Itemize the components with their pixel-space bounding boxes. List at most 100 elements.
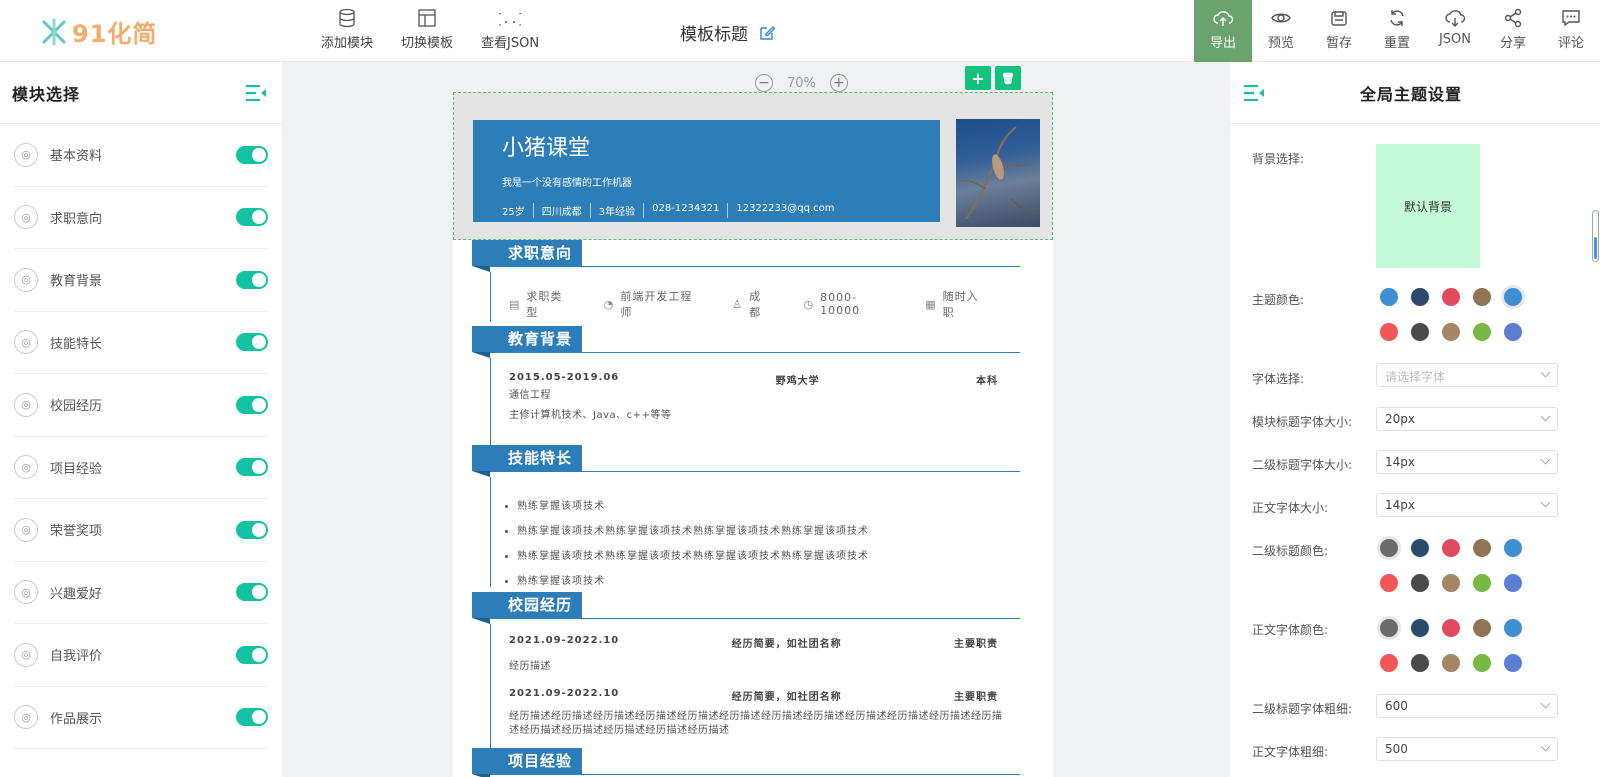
body-weight-select[interactable]: 500 <box>1376 737 1558 761</box>
color-swatch[interactable] <box>1473 654 1491 672</box>
avatar-photo[interactable] <box>956 119 1040 227</box>
module-label: 荣誉奖项 <box>50 524 103 540</box>
share-button[interactable]: 分享 <box>1484 0 1542 62</box>
json-button[interactable]: JSON <box>1426 0 1484 62</box>
color-swatch[interactable] <box>1504 323 1522 341</box>
color-swatch[interactable] <box>1473 539 1491 557</box>
section-campus[interactable]: 校园经历 2021.09-2022.10 经历简要，如社团名称 主要职责 经历描… <box>472 592 1020 754</box>
module-toggle[interactable] <box>236 270 268 289</box>
font-select[interactable]: 请选择字体 <box>1376 363 1558 387</box>
module-toggle[interactable] <box>236 208 268 227</box>
module-title-size-select[interactable]: 20px <box>1376 407 1558 431</box>
color-swatch-selected[interactable] <box>1380 539 1398 557</box>
color-swatch[interactable] <box>1442 323 1460 341</box>
module-item-skills[interactable]: ◎ 技能特长 <box>14 312 268 374</box>
color-swatch[interactable] <box>1380 323 1398 341</box>
add-block-button[interactable]: + <box>965 66 991 90</box>
color-swatch[interactable] <box>1473 574 1491 592</box>
color-swatch[interactable] <box>1504 654 1522 672</box>
body-size-select[interactable]: 14px <box>1376 493 1558 517</box>
section-projects[interactable]: 项目经验 <box>472 748 1020 777</box>
color-swatch[interactable] <box>1380 574 1398 592</box>
module-item-education[interactable]: ◎ 教育背景 <box>14 249 268 312</box>
user-icon: ◎ <box>14 142 38 167</box>
zoom-out-button[interactable]: − <box>755 74 773 92</box>
chart-icon: ◔ <box>603 297 615 311</box>
color-swatch[interactable] <box>1473 619 1491 637</box>
module-toggle[interactable] <box>236 583 268 602</box>
section-title: 教育背景 <box>472 326 583 358</box>
view-json-button[interactable]: {..} 查看JSON <box>481 8 539 51</box>
body-weight-label: 正文字体粗细: <box>1252 745 1329 759</box>
module-item-basic-info[interactable]: ◎ 基本资料 <box>14 124 268 187</box>
book-icon: ◎ <box>14 330 38 355</box>
module-item-self-eval[interactable]: ◎ 自我评价 <box>14 624 268 687</box>
chevron-down-icon <box>1540 497 1551 508</box>
color-swatch[interactable] <box>1442 574 1460 592</box>
module-toggle[interactable] <box>236 708 268 727</box>
comment-button[interactable]: 评论 <box>1542 0 1600 62</box>
section-rule <box>490 266 1020 267</box>
right-panel-scrollbar[interactable] <box>1592 210 1599 262</box>
section-job-intent[interactable]: 求职意向 ▤ 求职类型 ◔ 前端开发工程师 ♙ 成都 ◷ 8000-10000 ▦ 随时入… <box>472 240 1020 322</box>
delete-block-button[interactable]: 🗑 <box>995 66 1021 90</box>
collapse-menu-icon[interactable] <box>1242 83 1266 103</box>
color-swatch[interactable] <box>1504 619 1522 637</box>
switch-template-button[interactable]: 切换模板 <box>401 8 453 51</box>
color-swatch-selected[interactable] <box>1380 619 1398 637</box>
job-position: ◔ 前端开发工程师 <box>604 288 701 320</box>
export-button[interactable]: 导出 <box>1194 0 1252 62</box>
module-toggle[interactable] <box>236 645 268 664</box>
color-swatch[interactable] <box>1442 539 1460 557</box>
color-swatch[interactable] <box>1504 539 1522 557</box>
sub-title-size-select[interactable]: 14px <box>1376 450 1558 474</box>
color-swatch[interactable] <box>1411 539 1429 557</box>
color-swatch[interactable] <box>1411 288 1429 306</box>
color-swatch[interactable] <box>1411 574 1429 592</box>
module-item-portfolio[interactable]: ◎ 作品展示 <box>14 687 268 749</box>
section-education[interactable]: 教育背景 2015.05-2019.06 野鸡大学 本科 通信工程 主修计算机技… <box>472 326 1020 446</box>
module-item-projects[interactable]: ◎ 项目经验 <box>14 437 268 499</box>
color-swatch[interactable] <box>1504 574 1522 592</box>
color-swatch[interactable] <box>1411 654 1429 672</box>
color-swatch[interactable] <box>1411 323 1429 341</box>
add-module-button[interactable]: 添加模块 <box>321 8 373 51</box>
top-toolbar: 91化简 添加模块 切换模板 {..} 查看JSON 模板标题 导出 预览 暂存… <box>0 0 1600 62</box>
color-swatch[interactable] <box>1473 323 1491 341</box>
module-item-job-intent[interactable]: ◎ 求职意向 <box>14 187 268 249</box>
logo[interactable]: 91化简 <box>40 14 157 49</box>
resume-header-block[interactable]: 小猪课堂 我是一个没有感情的工作机器 25岁 四川成都 3年经验 028-123… <box>453 92 1053 240</box>
color-swatch[interactable] <box>1442 654 1460 672</box>
module-toggle[interactable] <box>236 458 268 477</box>
module-toggle[interactable] <box>236 333 268 352</box>
color-swatch[interactable] <box>1380 654 1398 672</box>
color-swatch[interactable] <box>1442 288 1460 306</box>
education-date: 2015.05-2019.06 <box>509 372 620 383</box>
section-skills[interactable]: 技能特长 熟练掌握该项技术 熟练掌握该项技术熟练掌握该项技术熟练掌握该项技术熟练… <box>472 445 1020 587</box>
comment-label: 评论 <box>1557 36 1584 51</box>
color-swatch[interactable] <box>1411 619 1429 637</box>
module-item-campus[interactable]: ◎ 校园经历 <box>14 374 268 437</box>
module-toggle[interactable] <box>236 520 268 539</box>
color-swatch[interactable] <box>1442 619 1460 637</box>
refresh-icon <box>1390 10 1404 26</box>
module-item-awards[interactable]: ◎ 荣誉奖项 <box>14 499 268 562</box>
color-swatch-selected[interactable] <box>1504 288 1522 306</box>
section-vline <box>490 358 491 446</box>
campus-entry-header: 2021.09-2022.10 经历简要，如社团名称 主要职责 <box>509 688 998 703</box>
module-item-hobbies[interactable]: ◎ 兴趣爱好 <box>14 562 268 624</box>
edit-icon[interactable] <box>758 24 776 42</box>
campus-desc: 经历描述 <box>509 661 551 672</box>
sub-title-weight-select[interactable]: 600 <box>1376 694 1558 718</box>
preview-button[interactable]: 预览 <box>1252 0 1310 62</box>
collapse-menu-icon[interactable] <box>244 83 268 103</box>
color-swatch[interactable] <box>1380 288 1398 306</box>
module-toggle[interactable] <box>236 395 268 414</box>
save-draft-button[interactable]: 暂存 <box>1310 0 1368 62</box>
default-background-option[interactable]: 默认背景 <box>1376 144 1480 268</box>
module-toggle[interactable] <box>236 145 268 164</box>
color-swatch[interactable] <box>1473 288 1491 306</box>
reset-button[interactable]: 重置 <box>1368 0 1426 62</box>
zoom-in-button[interactable]: + <box>829 74 848 92</box>
reset-label: 重置 <box>1383 36 1410 51</box>
